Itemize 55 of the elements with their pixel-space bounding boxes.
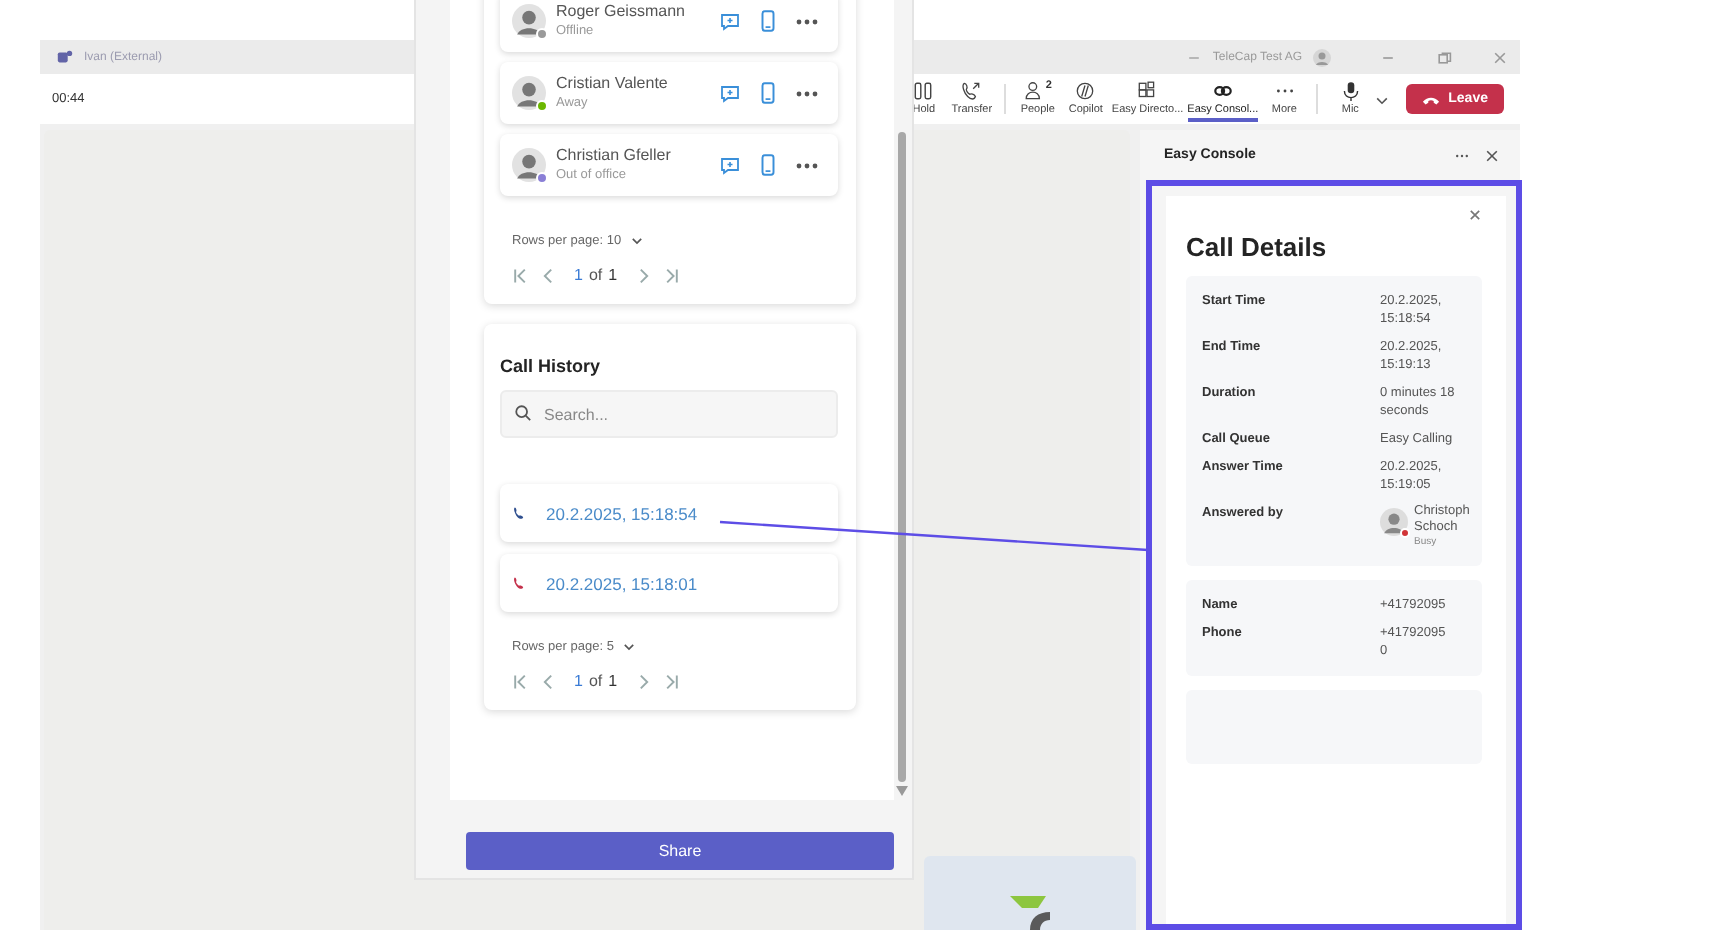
- avatar-icon: [512, 76, 546, 110]
- restore-icon[interactable]: [1436, 49, 1452, 65]
- scroll-down-icon[interactable]: [896, 786, 908, 796]
- mobile-phone-icon[interactable]: [760, 154, 776, 176]
- close-icon[interactable]: [1468, 208, 1482, 222]
- mobile-phone-icon[interactable]: [760, 82, 776, 104]
- contact-name: Christian Gfeller: [556, 146, 671, 166]
- close-icon[interactable]: [1484, 147, 1500, 163]
- call-entry[interactable]: 20.2.2025, 15:18:54: [500, 484, 838, 542]
- share-button[interactable]: Share: [466, 832, 894, 870]
- card-title: Call History: [500, 356, 603, 376]
- chat-icon[interactable]: [720, 11, 740, 31]
- page-of: of: [588, 266, 603, 284]
- copilot-icon: [1074, 79, 1097, 101]
- caret-icon[interactable]: [629, 234, 644, 248]
- phone-icon: [1422, 93, 1441, 105]
- page-of: of: [588, 672, 603, 690]
- hold-icon: [912, 79, 935, 101]
- apps-icon: [1136, 79, 1159, 101]
- avatar-icon: [1312, 47, 1332, 67]
- more-icon[interactable]: [796, 161, 818, 169]
- search-icon: [514, 404, 532, 422]
- chat-icon[interactable]: [720, 155, 740, 175]
- current-page: 1: [574, 266, 583, 284]
- next-page-icon[interactable]: [635, 673, 652, 689]
- meeting-icon: [56, 48, 74, 66]
- first-page-icon[interactable]: [512, 267, 528, 283]
- current-page: 1: [574, 672, 583, 690]
- caret-icon[interactable]: [621, 640, 636, 654]
- card-title: Call Details: [1186, 232, 1327, 262]
- page-total: 1: [608, 266, 618, 284]
- mobile-phone-icon[interactable]: [760, 10, 776, 32]
- previous-page-icon[interactable]: [540, 673, 556, 689]
- microphone-icon: [1339, 79, 1362, 101]
- previous-page-icon[interactable]: [540, 267, 556, 283]
- contact-name: Cristian Valente: [556, 74, 668, 94]
- last-page-icon[interactable]: [663, 267, 680, 283]
- last-page-icon[interactable]: [663, 673, 680, 689]
- avatar-icon: [512, 4, 546, 38]
- page-total: 1: [608, 672, 618, 690]
- contact-name: Roger Geissmann: [556, 2, 685, 22]
- phone-icon: [512, 576, 526, 590]
- phone-arrow-icon: [960, 79, 983, 101]
- more-icon[interactable]: [796, 89, 818, 97]
- call-entry[interactable]: 20.2.2025, 15:18:01: [500, 554, 838, 612]
- phone-icon: [512, 506, 526, 520]
- avatar-icon: [1380, 508, 1408, 536]
- logo-icon: [1006, 892, 1054, 930]
- chat-icon[interactable]: [720, 83, 740, 103]
- people-icon: [1023, 79, 1046, 101]
- avatar-icon: [512, 148, 546, 182]
- more-icon[interactable]: [796, 17, 818, 25]
- first-page-icon[interactable]: [512, 673, 528, 689]
- search-field[interactable]: Search...: [500, 390, 838, 438]
- next-page-icon[interactable]: [635, 267, 652, 283]
